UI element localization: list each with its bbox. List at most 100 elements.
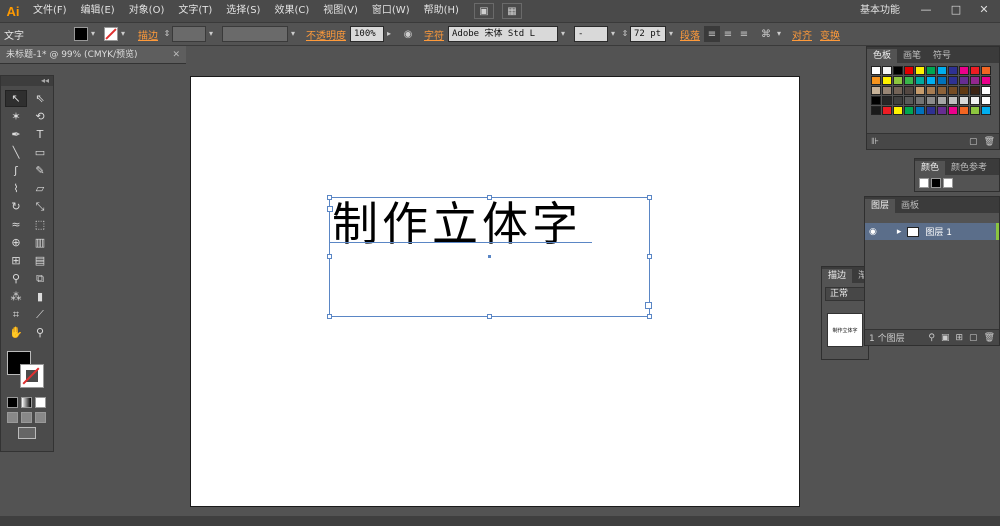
resize-handle[interactable] [327, 195, 332, 200]
color-swatch[interactable] [871, 86, 881, 95]
color-swatch[interactable] [871, 106, 881, 115]
draw-behind-icon[interactable] [21, 412, 32, 423]
color-swatch[interactable] [937, 66, 947, 75]
color-fill-swatch[interactable] [931, 178, 941, 188]
close-icon[interactable]: ✕ [172, 46, 180, 64]
artboard-text[interactable]: 制作立体字 [332, 196, 582, 252]
rectangle-tool-icon[interactable]: ▭ [29, 144, 51, 161]
align-link[interactable]: 对齐 [788, 27, 816, 42]
column-graph-tool-icon[interactable]: ▮ [29, 288, 51, 305]
expand-arrow-icon[interactable]: ▸ [897, 227, 902, 237]
color-swatch[interactable] [915, 106, 925, 115]
chevron-down-icon[interactable]: ▾ [288, 26, 298, 42]
paintbrush-tool-icon[interactable]: ʃ [5, 162, 27, 179]
gradient-mode-icon[interactable] [21, 397, 32, 408]
chevron-down-icon[interactable]: ▾ [774, 26, 784, 42]
screen-mode-icon[interactable] [18, 427, 36, 439]
blob-brush-tool-icon[interactable]: ⌇ [5, 180, 27, 197]
color-swatch[interactable] [904, 86, 914, 95]
resize-handle[interactable] [647, 195, 652, 200]
text-in-port[interactable] [327, 206, 333, 212]
arrange-documents-icon[interactable]: ▦ [501, 3, 522, 19]
opacity-field[interactable]: 100% [350, 26, 384, 42]
visibility-eye-icon[interactable]: ◉ [869, 227, 877, 237]
menu-view[interactable]: 视图(V) [316, 0, 365, 22]
stroke-weight-field[interactable] [172, 26, 206, 42]
color-swatch[interactable] [937, 106, 947, 115]
color-swatch[interactable] [893, 106, 903, 115]
tab-color-guide[interactable]: 颜色参考 [945, 161, 993, 175]
color-swatch[interactable] [915, 76, 925, 85]
hand-tool-icon[interactable]: ✋ [5, 324, 27, 341]
maximize-button[interactable]: □ [942, 0, 970, 18]
stroke-color-swatch[interactable] [104, 27, 118, 41]
color-swatch[interactable] [882, 66, 892, 75]
color-swatch[interactable] [915, 86, 925, 95]
menu-object[interactable]: 对象(O) [122, 0, 172, 22]
color-swatch[interactable] [959, 96, 969, 105]
workspace-switcher[interactable]: 基本功能 [860, 0, 900, 22]
artboard-tool-icon[interactable]: ⌗ [5, 306, 27, 323]
slice-tool-icon[interactable]: ⟋ [29, 306, 51, 323]
color-swatch[interactable] [915, 96, 925, 105]
color-swatch[interactable] [959, 66, 969, 75]
align-center-icon[interactable]: ≡ [720, 26, 736, 42]
resize-handle[interactable] [647, 314, 652, 319]
color-swatch[interactable] [904, 96, 914, 105]
color-swatch[interactable] [893, 66, 903, 75]
warp-tool-icon[interactable]: ≈ [5, 216, 27, 233]
align-right-icon[interactable]: ≡ [736, 26, 752, 42]
zoom-tool-icon[interactable]: ⚲ [29, 324, 51, 341]
collapse-icon[interactable]: ◂◂ [1, 76, 53, 86]
paragraph-link[interactable]: 段落 [676, 27, 704, 42]
eraser-tool-icon[interactable]: ▱ [29, 180, 51, 197]
rotate-tool-icon[interactable]: ↻ [5, 198, 27, 215]
color-swatch[interactable] [882, 96, 892, 105]
fill-stroke-control[interactable] [5, 351, 49, 395]
locate-object-icon[interactable]: ⚲ [928, 333, 935, 343]
pencil-tool-icon[interactable]: ✎ [29, 162, 51, 179]
color-swatch[interactable] [871, 66, 881, 75]
color-swatch[interactable] [882, 86, 892, 95]
stepper-icon[interactable]: ⇕ [620, 26, 630, 42]
color-swatch[interactable] [871, 96, 881, 105]
tab-brushes[interactable]: 画笔 [897, 49, 927, 63]
envelope-warp-icon[interactable]: ⌘ [758, 26, 774, 42]
align-left-icon[interactable]: ≡ [704, 26, 720, 42]
symbol-sprayer-tool-icon[interactable]: ⁂ [5, 288, 27, 305]
layer-name[interactable]: 图层 1 [925, 225, 952, 238]
color-swatch[interactable] [871, 76, 881, 85]
gradient-tool-icon[interactable]: ▤ [29, 252, 51, 269]
color-swatch[interactable] [970, 96, 980, 105]
color-swatch[interactable] [926, 86, 936, 95]
opacity-link[interactable]: 不透明度 [302, 27, 350, 42]
color-swatch[interactable] [904, 66, 914, 75]
chevron-down-icon[interactable]: ▾ [206, 26, 216, 42]
document-tab[interactable]: 未标题-1* @ 99% (CMYK/预览) ✕ [0, 46, 186, 64]
variable-width-select[interactable] [222, 26, 288, 42]
blend-mode-select[interactable]: 正常 [825, 287, 865, 301]
perspective-grid-tool-icon[interactable]: ▥ [29, 234, 51, 251]
mesh-tool-icon[interactable]: ⊞ [5, 252, 27, 269]
bridge-icon[interactable]: ▣ [473, 3, 494, 19]
lasso-tool-icon[interactable]: ⟲ [29, 108, 51, 125]
line-tool-icon[interactable]: ╲ [5, 144, 27, 161]
stroke-link[interactable]: 描边 [134, 27, 162, 42]
menu-help[interactable]: 帮助(H) [417, 0, 466, 22]
tab-stroke[interactable]: 描边 [822, 269, 853, 283]
color-swatch[interactable] [937, 86, 947, 95]
color-swatch[interactable] [981, 96, 991, 105]
tab-layers[interactable]: 图层 [865, 199, 896, 213]
chevron-down-icon[interactable]: ▾ [558, 26, 568, 42]
make-clipping-mask-icon[interactable]: ▣ [941, 333, 950, 343]
color-swatch[interactable] [970, 106, 980, 115]
color-swatch[interactable] [959, 86, 969, 95]
tab-swatches[interactable]: 色板 [867, 49, 898, 63]
new-sublayer-icon[interactable]: ⊞ [956, 333, 964, 343]
color-swatch[interactable] [882, 106, 892, 115]
selection-tool-icon[interactable]: ↖ [5, 90, 27, 107]
menu-window[interactable]: 窗口(W) [365, 0, 417, 22]
color-mode-icon[interactable] [7, 397, 18, 408]
swatch-library-icon[interactable]: ⊪ [871, 137, 879, 147]
menu-file[interactable]: 文件(F) [26, 0, 74, 22]
